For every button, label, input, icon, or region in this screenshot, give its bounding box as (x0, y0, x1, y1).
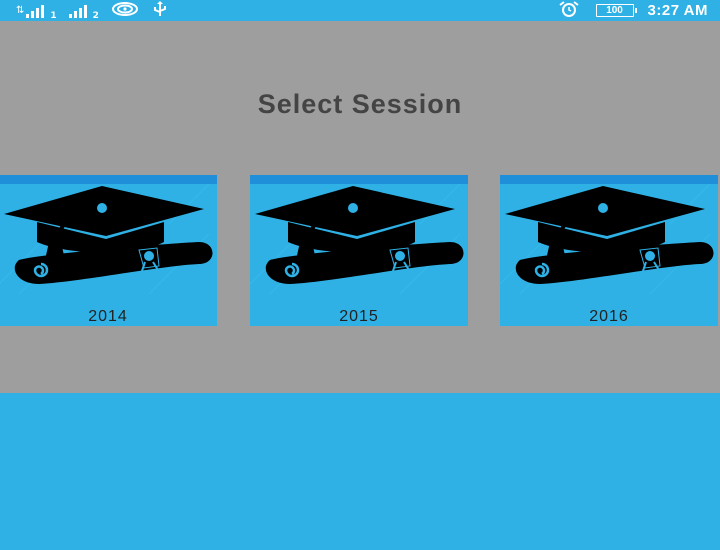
session-year-label: 2014 (88, 308, 128, 325)
status-time: 3:27 AM (647, 2, 708, 19)
sim1-label: 1 (50, 11, 57, 21)
session-card-2014[interactable]: 2014 (0, 175, 217, 326)
signal-icon (68, 4, 89, 18)
session-card-2016[interactable]: 2016 (500, 175, 718, 326)
card-top-strip (500, 175, 718, 184)
wifi-hotspot-icon (111, 1, 139, 20)
graduation-cap-diploma-icon (500, 184, 714, 295)
status-bar-left: ⇅ 1 2 (16, 0, 181, 21)
battery-level: 100 (606, 4, 623, 16)
session-card-2015[interactable]: 2015 (250, 175, 468, 326)
alarm-icon (556, 0, 582, 21)
battery-icon: 100 (595, 4, 637, 17)
signal-icon (26, 4, 46, 18)
data-arrow-icon: ⇅ (16, 5, 25, 16)
status-bar: ⇅ 1 2 100 3:27 AM (0, 0, 720, 21)
session-year-label: 2016 (589, 308, 629, 325)
status-bar-right: 100 3:27 AM (556, 0, 708, 21)
session-year-label: 2015 (339, 308, 379, 325)
graduation-cap-diploma-icon (0, 184, 213, 295)
card-top-strip (0, 175, 217, 184)
usb-icon (153, 0, 167, 21)
page-title: Select Session (257, 89, 463, 119)
graduation-cap-diploma-icon (250, 184, 464, 295)
sim2-label: 2 (92, 11, 99, 21)
card-top-strip (250, 175, 468, 184)
session-panel: Select Session 2014 2015 2016 (0, 21, 720, 393)
bottom-area (0, 393, 720, 550)
